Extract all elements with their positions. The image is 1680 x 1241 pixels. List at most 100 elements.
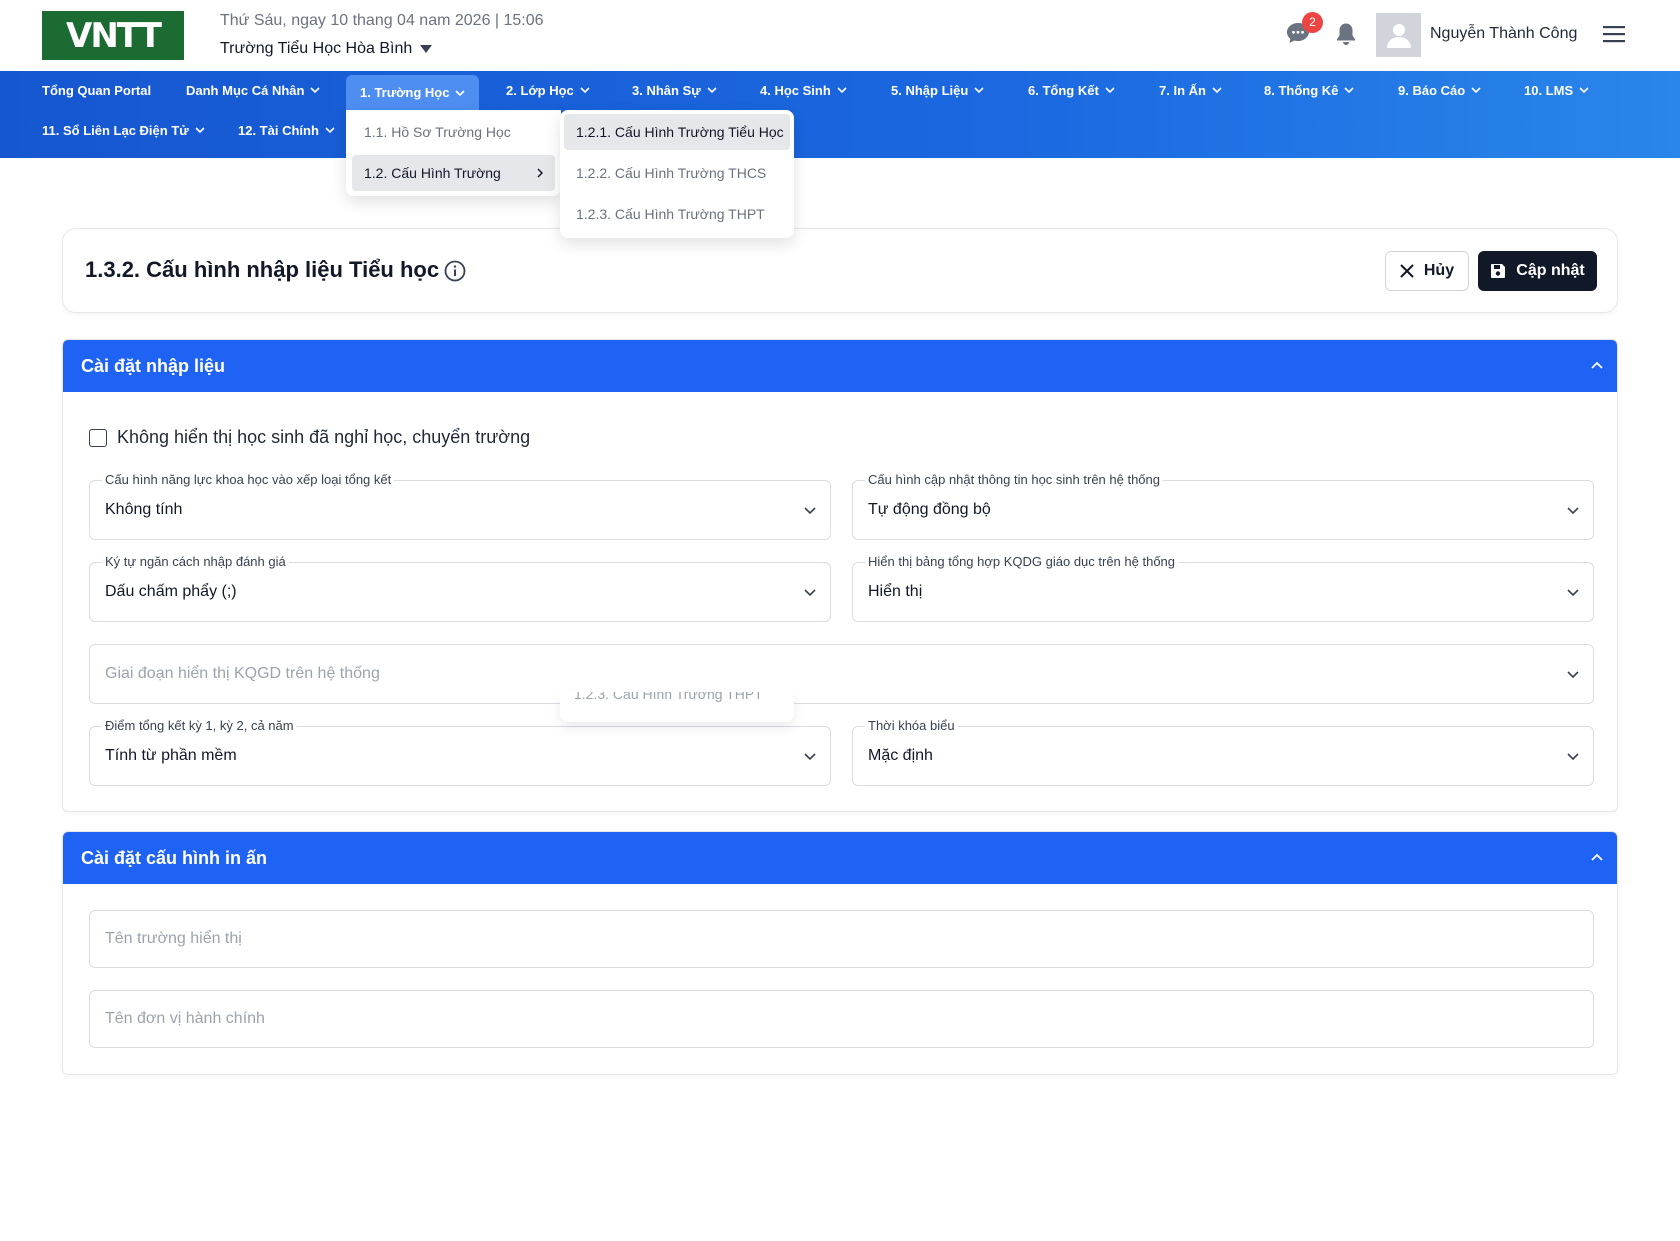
nav-item-label: 9. Báo Cáo	[1398, 82, 1466, 98]
submenu-item-label: 1.2.2. Cấu Hình Trường THCS	[576, 165, 767, 181]
chevron-down-icon	[974, 87, 984, 93]
hide-dropped-students-checkbox[interactable]	[89, 428, 107, 447]
submenu-item-label: 1.1. Hồ Sơ Trường Học	[364, 124, 511, 140]
nav-item-data-entry[interactable]: 5. Nhập Liệu	[877, 73, 998, 107]
chevron-down-icon	[455, 89, 466, 96]
update-button[interactable]: Cập nhật	[1478, 251, 1597, 291]
display-phase-select[interactable]: Giai đoạn hiển thị KQGD trên hệ thống	[89, 644, 1594, 704]
submenu-item-school-config[interactable]: 1.2. Cấu Hình Trường	[352, 155, 555, 191]
field-label: Điểm tổng kết kỳ 1, kỳ 2, cả năm	[102, 718, 297, 733]
submenu-remnant-text: 1.2.3. Cấu Hình Trường THPT	[574, 692, 763, 702]
nav-item-label: 1. Trường Học	[360, 85, 450, 100]
section-header[interactable]: Cài đặt cấu hình in ấn	[63, 832, 1617, 884]
chevron-down-icon	[1567, 507, 1579, 515]
field-value: Mặc định	[868, 747, 933, 764]
chevron-down-icon	[310, 87, 321, 93]
caret-down-icon	[420, 45, 433, 53]
field-label: Ký tự ngăn cách nhập đánh giá	[102, 554, 289, 569]
chevron-down-icon	[1567, 753, 1579, 761]
page-title: 1.3.2. Cấu hình nhập liệu Tiểu học	[85, 257, 440, 282]
chevron-down-icon	[804, 589, 816, 597]
nav-item-staff[interactable]: 3. Nhân Sự	[618, 73, 731, 107]
field-value: Dấu chấm phẩy (;)	[105, 583, 237, 600]
nav-item-contact-book[interactable]: 11. Sổ Liên Lạc Điện Tử	[28, 113, 219, 147]
section-title: Cài đặt nhập liệu	[81, 355, 226, 376]
nav-item-label: Tổng Quan Portal	[42, 82, 152, 98]
submenu-item-school-profile[interactable]: 1.1. Hồ Sơ Trường Học	[352, 114, 555, 150]
chevron-down-icon	[707, 87, 717, 93]
submenu-item-primary-config[interactable]: 1.2.1. Cấu Hình Trường Tiểu Học	[564, 114, 790, 150]
school-display-name-input[interactable]: Tên trường hiển thị	[89, 910, 1594, 968]
user-avatar[interactable]	[1376, 13, 1421, 57]
chevron-down-icon	[580, 87, 590, 93]
nav-item-personal[interactable]: Danh Mục Cá Nhân	[172, 73, 334, 107]
section-title: Cài đặt cấu hình in ấn	[81, 847, 268, 868]
admin-unit-name-input[interactable]: Tên đơn vị hành chính	[89, 990, 1594, 1048]
messages-badge: 2	[1302, 12, 1323, 33]
nav-item-label: 6. Tổng Kết	[1028, 82, 1099, 98]
chevron-up-icon[interactable]	[1591, 361, 1603, 369]
nav-item-lms[interactable]: 10. LMS	[1510, 73, 1603, 107]
chevron-down-icon	[804, 507, 816, 515]
user-name[interactable]: Nguyễn Thành Công	[1430, 25, 1577, 43]
nav-item-label: 8. Thống Kê	[1264, 82, 1339, 98]
school-selector[interactable]: Trường Tiểu Học Hòa Bình	[220, 40, 433, 58]
nav-item-class[interactable]: 2. Lớp Học	[492, 73, 604, 107]
nav-item-summary[interactable]: 6. Tổng Kết	[1014, 73, 1129, 107]
nav-item-label: 5. Nhập Liệu	[891, 82, 969, 98]
chevron-up-icon[interactable]	[1591, 853, 1603, 861]
info-icon[interactable]	[444, 260, 466, 282]
chevron-right-icon	[537, 168, 543, 178]
vntt-logo[interactable]: VNTT	[42, 11, 184, 60]
student-sync-select[interactable]: Cấu hình cập nhật thông tin học sinh trê…	[852, 472, 1594, 540]
field-value: Không tính	[105, 501, 183, 518]
bell-icon[interactable]	[1335, 22, 1357, 46]
chevron-down-icon	[837, 87, 847, 93]
submenu-item-thcs-config[interactable]: 1.2.2. Cấu Hình Trường THCS	[564, 155, 790, 191]
chevron-down-icon	[1579, 87, 1589, 93]
school-submenu: 1.1. Hồ Sơ Trường Học 1.2. Cấu Hình Trườ…	[346, 110, 561, 196]
nav-item-reports[interactable]: 9. Báo Cáo	[1384, 73, 1495, 107]
field-label: Hiển thị bảng tổng hợp KQDG giáo dục trê…	[865, 554, 1179, 569]
field-value: Tính từ phần mềm	[105, 747, 237, 764]
science-competency-select[interactable]: Cấu hình năng lực khoa học vào xếp loại …	[89, 472, 831, 540]
field-value: Tự động đồng bộ	[868, 501, 991, 518]
field-value: Hiển thị	[868, 583, 923, 600]
submenu-item-label: 1.2. Cấu Hình Trường	[364, 165, 501, 181]
chevron-down-icon	[804, 753, 816, 761]
nav-item-label: 11. Sổ Liên Lạc Điện Tử	[42, 122, 189, 138]
nav-item-label: 3. Nhân Sự	[632, 82, 701, 98]
nav-item-finance[interactable]: 12. Tài Chính	[224, 113, 349, 147]
nav-item-label: 7. In Ấn	[1159, 82, 1206, 98]
timetable-select[interactable]: Thời khóa biểu Mặc định	[852, 718, 1594, 786]
submenu-item-label: 1.2.1. Cấu Hình Trường Tiểu Học	[576, 124, 784, 140]
nav-item-students[interactable]: 4. Học Sinh	[746, 73, 861, 107]
hide-dropped-students-option[interactable]: Không hiển thị học sinh đã nghỉ học, chu…	[89, 427, 530, 448]
submenu-item-thpt-config[interactable]: 1.2.3. Cấu Hình Trường THPT	[564, 196, 790, 232]
separator-char-select[interactable]: Ký tự ngăn cách nhập đánh giá Dấu chấm p…	[89, 554, 831, 622]
nav-item-overview[interactable]: Tổng Quan Portal	[28, 73, 165, 107]
final-score-select[interactable]: Điểm tổng kết kỳ 1, kỳ 2, cả năm Tính từ…	[89, 718, 831, 786]
section-header[interactable]: Cài đặt nhập liệu	[63, 340, 1617, 392]
nav-item-label: Danh Mục Cá Nhân	[186, 82, 305, 98]
update-label: Cập nhật	[1516, 262, 1585, 279]
school-config-submenu: 1.2.1. Cấu Hình Trường Tiểu Học 1.2.2. C…	[560, 110, 794, 238]
checkbox-label: Không hiển thị học sinh đã nghỉ học, chu…	[117, 427, 531, 447]
nav-item-statistics[interactable]: 8. Thống Kê	[1250, 73, 1368, 107]
nav-item-school[interactable]: 1. Trường Học	[346, 75, 480, 110]
field-placeholder: Tên trường hiển thị	[105, 930, 242, 947]
chevron-down-icon	[1471, 87, 1481, 93]
nav-item-label: 4. Học Sinh	[760, 82, 831, 98]
field-placeholder: Giai đoạn hiển thị KQGD trên hệ thống	[105, 665, 380, 682]
nav-item-label: 12. Tài Chính	[238, 122, 319, 138]
cancel-label: Hủy	[1423, 262, 1455, 279]
nav-item-label: 10. LMS	[1524, 82, 1574, 98]
field-label: Cấu hình năng lực khoa học vào xếp loại …	[102, 472, 395, 487]
chevron-down-icon	[1344, 87, 1354, 93]
hamburger-menu-icon[interactable]	[1602, 24, 1626, 44]
summary-table-display-select[interactable]: Hiển thị bảng tổng hợp KQDG giáo dục trê…	[852, 554, 1594, 622]
data-entry-settings-section: Cài đặt nhập liệu Không hiển thị học sin…	[62, 339, 1618, 812]
nav-item-print[interactable]: 7. In Ấn	[1145, 73, 1236, 107]
chevron-down-icon	[1567, 671, 1579, 679]
cancel-button[interactable]: Hủy	[1385, 251, 1469, 291]
